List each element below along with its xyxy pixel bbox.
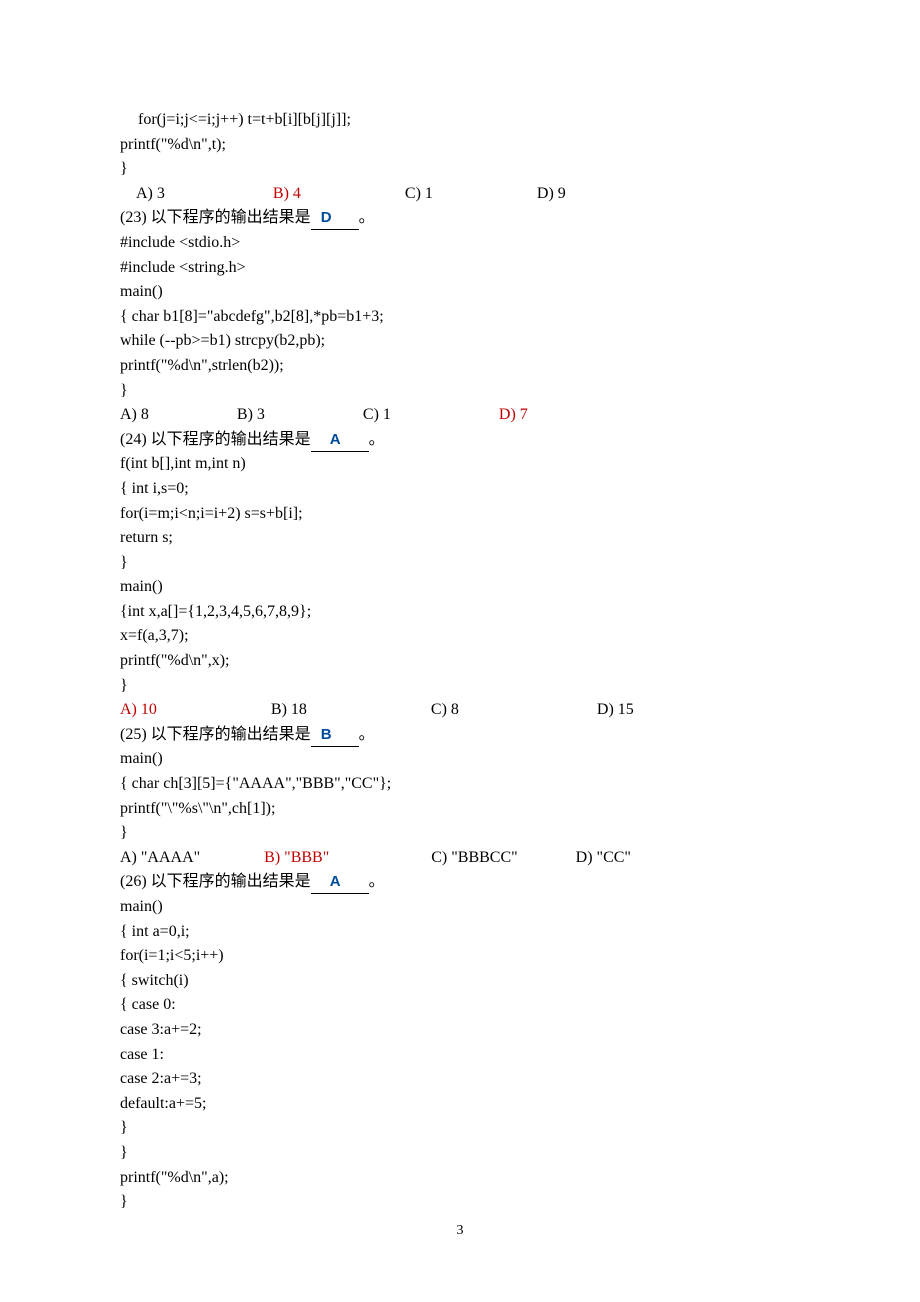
code-line: #include <stdio.h> bbox=[120, 231, 800, 256]
code-line: } bbox=[120, 821, 800, 846]
answer: A bbox=[330, 431, 342, 448]
code-line: printf("%d\n",t); bbox=[120, 133, 800, 158]
q25-stem: (25) 以下程序的输出结果是 B 。 bbox=[120, 723, 800, 748]
code-line: for(i=m;i<n;i=i+2) s=s+b[i]; bbox=[120, 502, 800, 527]
code-line: } bbox=[120, 1116, 800, 1141]
answer: B bbox=[321, 726, 333, 743]
q23-stem: (23) 以下程序的输出结果是 D 。 bbox=[120, 206, 800, 231]
opt-a: A) 10 bbox=[120, 698, 157, 723]
code-line: case 1: bbox=[120, 1043, 800, 1068]
opt-b: B) 3 bbox=[237, 403, 265, 428]
code-line: { char ch[3][5]={"AAAA","BBB","CC"}; bbox=[120, 772, 800, 797]
answer: A bbox=[330, 873, 342, 890]
page-number: 3 bbox=[0, 1219, 920, 1244]
code-line: for(i=1;i<5;i++) bbox=[120, 944, 800, 969]
stem-end: 。 bbox=[359, 726, 375, 743]
stem-text: (25) 以下程序的输出结果是 bbox=[120, 726, 311, 743]
code-line: main() bbox=[120, 280, 800, 305]
opt-d: D) 9 bbox=[537, 182, 566, 207]
opt-a: A) "AAAA" bbox=[120, 846, 200, 871]
code-line: } bbox=[120, 551, 800, 576]
code-line: case 2:a+=3; bbox=[120, 1067, 800, 1092]
code-line: } bbox=[120, 1141, 800, 1166]
stem-end: 。 bbox=[359, 209, 375, 226]
code-line: } bbox=[120, 1190, 800, 1215]
code-line: main() bbox=[120, 895, 800, 920]
opt-a: A) 8 bbox=[120, 403, 149, 428]
code-line: } bbox=[120, 379, 800, 404]
opt-d: D) "CC" bbox=[576, 846, 631, 871]
q24-stem: (24) 以下程序的输出结果是 A 。 bbox=[120, 428, 800, 453]
code-line: { int i,s=0; bbox=[120, 477, 800, 502]
opt-c: C) 8 bbox=[431, 698, 459, 723]
opt-c: C) 1 bbox=[363, 403, 391, 428]
stem-end: 。 bbox=[369, 431, 385, 448]
opt-d: D) 7 bbox=[499, 403, 528, 428]
code-line: {int x,a[]={1,2,3,4,5,6,7,8,9}; bbox=[120, 600, 800, 625]
code-line: { char b1[8]="abcdefg",b2[8],*pb=b1+3; bbox=[120, 305, 800, 330]
q26-stem: (26) 以下程序的输出结果是 A 。 bbox=[120, 870, 800, 895]
code-line: main() bbox=[120, 575, 800, 600]
page: for(j=i;j<=i;j++) t=t+b[i][b[j][j]]; pri… bbox=[0, 0, 920, 1302]
code-line: } bbox=[120, 157, 800, 182]
opt-b: B) "BBB" bbox=[264, 846, 329, 871]
code-line: printf("\"%s\"\n",ch[1]); bbox=[120, 797, 800, 822]
code-line: { case 0: bbox=[120, 993, 800, 1018]
stem-text: (26) 以下程序的输出结果是 bbox=[120, 873, 311, 890]
q24-options: A) 10 B) 18 C) 8 D) 15 bbox=[120, 698, 800, 723]
code-line: { int a=0,i; bbox=[120, 920, 800, 945]
code-line: for(j=i;j<=i;j++) t=t+b[i][b[j][j]]; bbox=[120, 108, 800, 133]
stem-text: (24) 以下程序的输出结果是 bbox=[120, 431, 311, 448]
stem-text: (23) 以下程序的输出结果是 bbox=[120, 209, 311, 226]
code-line: while (--pb>=b1) strcpy(b2,pb); bbox=[120, 329, 800, 354]
opt-d: D) 15 bbox=[597, 698, 634, 723]
code-line: printf("%d\n",x); bbox=[120, 649, 800, 674]
code-line: case 3:a+=2; bbox=[120, 1018, 800, 1043]
q25-options: A) "AAAA" B) "BBB" C) "BBBCC" D) "CC" bbox=[120, 846, 800, 871]
code-line: default:a+=5; bbox=[120, 1092, 800, 1117]
code-line: printf("%d\n",strlen(b2)); bbox=[120, 354, 800, 379]
opt-c: C) 1 bbox=[405, 182, 433, 207]
opt-c: C) "BBBCC" bbox=[431, 846, 517, 871]
code-line: printf("%d\n",a); bbox=[120, 1166, 800, 1191]
answer: D bbox=[321, 209, 333, 226]
opt-a: A) 3 bbox=[136, 182, 165, 207]
stem-end: 。 bbox=[369, 873, 385, 890]
opt-b: B) 4 bbox=[273, 182, 301, 207]
code-line: f(int b[],int m,int n) bbox=[120, 452, 800, 477]
code-line: x=f(a,3,7); bbox=[120, 624, 800, 649]
code-line: { switch(i) bbox=[120, 969, 800, 994]
q22-options: A) 3 B) 4 C) 1 D) 9 bbox=[120, 182, 800, 207]
code-line: return s; bbox=[120, 526, 800, 551]
code-line: main() bbox=[120, 747, 800, 772]
opt-b: B) 18 bbox=[271, 698, 307, 723]
code-line: #include <string.h> bbox=[120, 256, 800, 281]
q23-options: A) 8 B) 3 C) 1 D) 7 bbox=[120, 403, 800, 428]
code-line: } bbox=[120, 674, 800, 699]
